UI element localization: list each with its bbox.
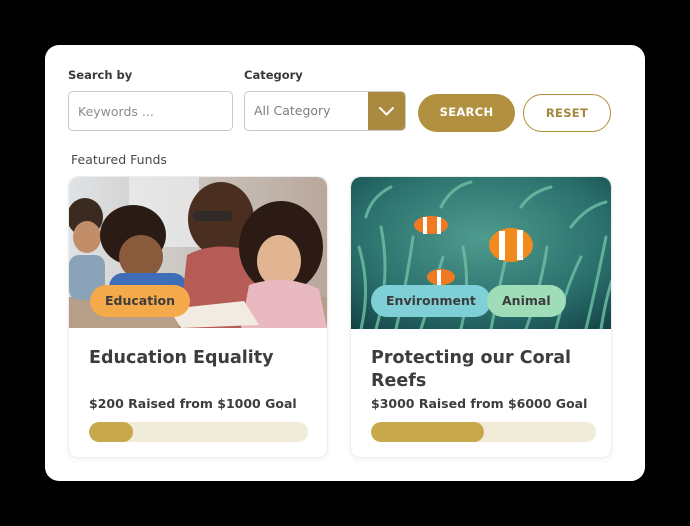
fund-card-education[interactable]: Education Education Equality $200 Raised… [68,176,328,458]
search-panel: Search by Category All Category SEARCH R… [45,45,645,481]
progress-fill [89,422,133,442]
card-title: Education Equality [89,348,274,368]
tag-education: Education [90,285,190,317]
category-label: Category [244,68,303,82]
category-select-value: All Category [254,103,331,118]
card-title: Protecting our Coral Reefs [371,348,572,391]
featured-funds-title: Featured Funds [71,152,167,167]
progress-fill [371,422,484,442]
fund-card-coral[interactable]: Environment Animal Protecting our Coral … [350,176,612,458]
progress-bar [89,422,308,442]
search-button[interactable]: SEARCH [418,94,515,132]
raised-text: $3000 Raised from $6000 Goal [371,396,588,411]
tag-animal: Animal [487,285,566,317]
search-by-label: Search by [68,68,133,82]
raised-text: $200 Raised from $1000 Goal [89,396,297,411]
reset-button[interactable]: RESET [523,94,611,132]
tag-environment: Environment [371,285,491,317]
progress-bar [371,422,596,442]
keywords-input[interactable] [68,91,233,131]
chevron-down-icon[interactable] [368,92,405,130]
category-select[interactable]: All Category [244,91,406,131]
